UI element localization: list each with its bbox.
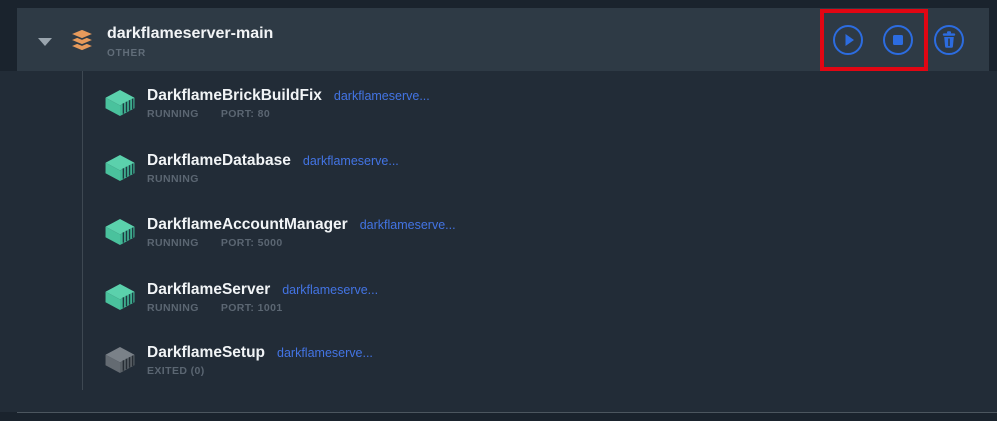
stop-icon [885,27,911,53]
stack-header: darkflameserver-main OTHER [17,8,989,71]
container-info: DarkflameAccountManager darkflameserve..… [147,216,456,249]
container-icon [104,89,136,117]
container-name: DarkflameServer [147,281,270,299]
container-row[interactable]: DarkflameAccountManager darkflameserve..… [104,215,456,249]
container-info: DarkflameSetup darkflameserve... EXITED … [147,344,373,377]
container-name: DarkflameAccountManager [147,216,348,234]
container-state: RUNNING [147,173,199,185]
container-name: DarkflameSetup [147,344,265,362]
container-info: DarkflameServer darkflameserve... RUNNIN… [147,281,378,314]
container-row[interactable]: DarkflameServer darkflameserve... RUNNIN… [104,280,378,314]
container-icon [104,154,136,182]
container-image-link[interactable]: darkflameserve... [277,346,373,360]
delete-button[interactable] [934,25,964,55]
container-icon-exited [104,346,136,374]
container-port: PORT: 1001 [221,302,283,314]
container-image-link[interactable]: darkflameserve... [334,89,430,103]
container-row[interactable]: DarkflameSetup darkflameserve... EXITED … [104,343,373,377]
container-info: DarkflameBrickBuildFix darkflameserve...… [147,87,430,120]
container-state: RUNNING [147,108,199,120]
bottom-divider [17,412,997,413]
container-row[interactable]: DarkflameBrickBuildFix darkflameserve...… [104,86,430,120]
container-info: DarkflameDatabase darkflameserve... RUNN… [147,152,399,185]
container-image-link[interactable]: darkflameserve... [360,218,456,232]
container-name: DarkflameDatabase [147,152,291,170]
container-image-link[interactable]: darkflameserve... [282,283,378,297]
container-port: PORT: 80 [221,108,270,120]
container-image-link[interactable]: darkflameserve... [303,154,399,168]
stack-title-block: darkflameserver-main OTHER [107,24,273,60]
container-row[interactable]: DarkflameDatabase darkflameserve... RUNN… [104,151,399,185]
play-icon [835,27,861,53]
container-name: DarkflameBrickBuildFix [147,87,322,105]
trash-icon [936,27,962,53]
stack-subtitle: OTHER [107,48,273,60]
container-state: RUNNING [147,302,199,314]
stack-title: darkflameserver-main [107,24,273,44]
container-state: RUNNING [147,237,199,249]
tree-connector-line [82,71,83,390]
container-state: EXITED (0) [147,365,205,377]
container-icon [104,218,136,246]
stack-icon [69,27,95,53]
container-port: PORT: 5000 [221,237,283,249]
container-icon [104,283,136,311]
chevron-down-icon[interactable] [38,38,52,46]
stop-button[interactable] [883,25,913,55]
start-button[interactable] [833,25,863,55]
container-list-panel: DarkflameBrickBuildFix darkflameserve...… [0,71,997,412]
